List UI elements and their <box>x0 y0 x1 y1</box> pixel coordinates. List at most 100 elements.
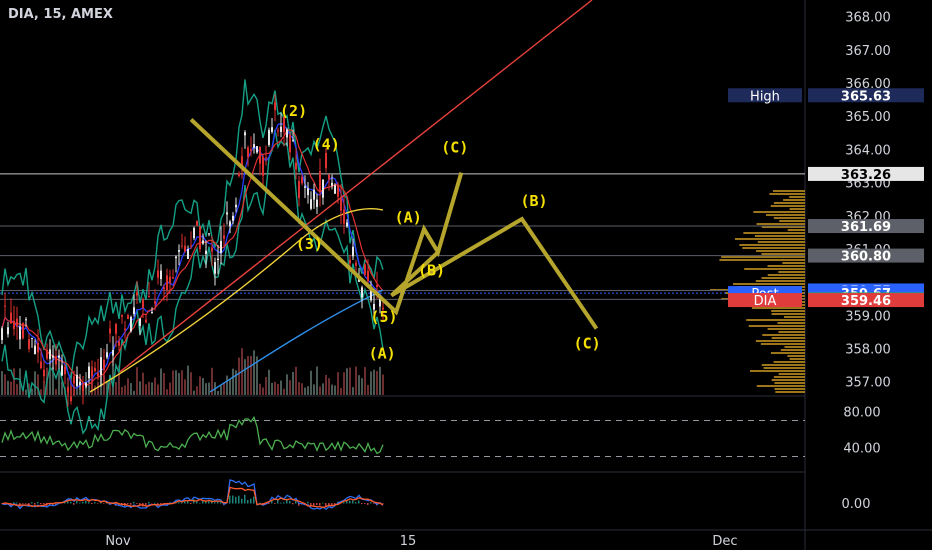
volume-bar <box>307 386 309 395</box>
candle-body <box>337 184 339 197</box>
candle-body <box>127 315 129 320</box>
volume-profile-bar <box>774 382 805 384</box>
volume-profile-bar <box>789 358 805 360</box>
volume-bar <box>154 377 156 395</box>
volume-bar <box>232 368 234 395</box>
macd-histogram-bar <box>292 503 294 505</box>
macd-histogram-bar <box>319 503 321 506</box>
volume-bar <box>97 381 99 395</box>
volume-profile-bar <box>755 280 805 282</box>
macd-histogram-bar <box>349 500 351 504</box>
candle-body <box>259 146 261 164</box>
price-tag-label: DIA <box>754 294 777 309</box>
volume-bar <box>304 387 306 395</box>
candle-body <box>193 227 195 239</box>
volume-bar <box>238 357 240 395</box>
volume-profile-bar <box>782 262 805 264</box>
candle-body <box>178 250 180 252</box>
price-tag-value: 361.69 <box>841 220 891 235</box>
volume-profile-bar <box>773 202 805 204</box>
candle-body <box>154 301 156 304</box>
price-tag-value: 363.26 <box>841 168 891 183</box>
macd-histogram-bar <box>136 503 138 504</box>
volume-bar <box>244 359 246 395</box>
macd-histogram-bar <box>76 500 78 504</box>
macd-histogram-bar <box>370 502 372 504</box>
candle-body <box>139 318 141 326</box>
candle-body <box>364 264 366 275</box>
macd-histogram-bar <box>67 501 69 504</box>
macd-histogram-bar <box>43 503 45 505</box>
volume-bar <box>262 387 264 395</box>
candle-body <box>145 319 147 323</box>
volume-bar <box>175 370 177 395</box>
volume-bar <box>310 370 312 395</box>
price-chart[interactable]: (2) (4) (3) (5) (A) (A) (B) (C) (B) (C) 357.00 358… <box>0 0 932 550</box>
volume-bar <box>4 374 6 395</box>
macd-histogram-bar <box>283 502 285 504</box>
volume-bar <box>268 369 270 395</box>
price-tick-label: 368.00 <box>845 11 891 26</box>
macd-histogram-bar <box>97 503 99 504</box>
volume-bar <box>364 367 366 395</box>
volume-bar <box>34 371 36 395</box>
candle-body <box>274 102 276 111</box>
volume-bar <box>253 350 255 395</box>
volume-profile-bar <box>784 346 805 348</box>
price-tag-value: 365.63 <box>841 89 891 104</box>
macd-histogram-bar <box>250 498 252 504</box>
volume-bar <box>274 381 276 395</box>
candle-body <box>85 382 87 387</box>
candle-body <box>52 355 54 358</box>
volume-bar <box>265 377 267 395</box>
candle-body <box>316 199 318 207</box>
candle-body <box>190 245 192 247</box>
price-tag-value: 360.80 <box>841 250 891 265</box>
volume-bar <box>124 385 126 395</box>
volume-bar <box>145 384 147 395</box>
volume-bar <box>178 373 180 395</box>
volume-bar <box>151 382 153 395</box>
candle-body <box>73 376 75 384</box>
wave-label: (4) <box>313 135 340 153</box>
volume-bar <box>271 382 273 395</box>
macd-histogram-bar <box>352 500 354 504</box>
volume-bar <box>121 386 123 395</box>
candle-body <box>214 262 216 274</box>
volume-profile-bar <box>773 361 805 363</box>
volume-profile-bar <box>734 238 805 240</box>
candle-body <box>181 245 183 247</box>
candle-body <box>55 356 57 365</box>
macd-histogram-bar <box>208 501 210 504</box>
volume-profile-bar <box>761 253 805 255</box>
candle-body <box>34 345 36 355</box>
volume-profile-bar <box>783 199 805 201</box>
macd-histogram-bar <box>322 502 324 504</box>
candle-body <box>22 322 24 339</box>
volume-bar <box>139 381 141 395</box>
candle-body <box>163 287 165 290</box>
macd-histogram-bar <box>238 495 240 504</box>
volume-bar <box>223 383 225 395</box>
candle-body <box>202 240 204 244</box>
candle-body <box>64 366 66 375</box>
candle-body <box>19 326 21 340</box>
macd-histogram-bar <box>130 503 132 505</box>
volume-profile-bar <box>761 277 805 279</box>
candle-body <box>256 146 258 153</box>
candle-body <box>31 337 33 339</box>
macd-histogram-bar <box>307 501 309 504</box>
candle-body <box>136 292 138 296</box>
price-tag-value: 359.46 <box>841 294 891 309</box>
candle-body <box>343 209 345 224</box>
volume-profile-bar <box>784 316 805 318</box>
macd-histogram-bar <box>31 502 33 504</box>
candle-body <box>28 339 30 349</box>
candle-body <box>16 318 18 327</box>
candle-body <box>109 328 111 334</box>
volume-profile-bar <box>774 388 805 390</box>
time-tick-label: 15 <box>400 534 417 549</box>
candle-body <box>199 226 201 250</box>
volume-bar <box>316 366 318 395</box>
wave-label: (A) <box>395 208 422 226</box>
